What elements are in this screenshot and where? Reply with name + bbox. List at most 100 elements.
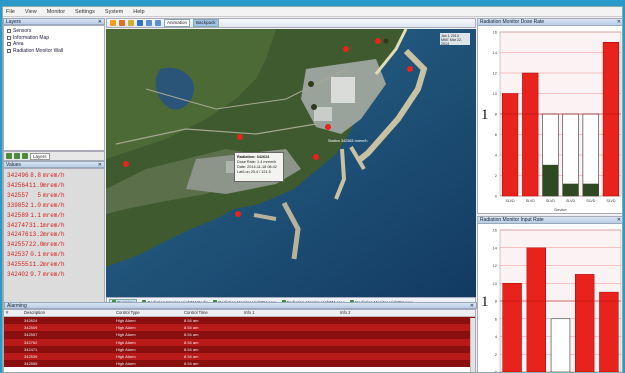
map-imagery xyxy=(106,29,476,297)
add-layer-icon[interactable] xyxy=(6,153,12,159)
value-row[interactable]: 342496 8.8 mrem/h xyxy=(7,171,101,181)
left-sidebar: Layers ✕ Sensors Information Map Area Rad… xyxy=(3,18,105,315)
table-row[interactable]: 342471 High Alarm 8.54 am xyxy=(4,345,475,353)
alarm-panel-header: Alarming ✕ xyxy=(4,302,477,309)
back-icon[interactable] xyxy=(146,20,152,26)
value-id: 342557 xyxy=(7,191,29,199)
menu-system[interactable]: System xyxy=(105,9,123,15)
checkbox[interactable] xyxy=(7,29,11,34)
sensor-marker[interactable] xyxy=(237,134,243,140)
remove-layer-icon[interactable] xyxy=(14,153,20,159)
table-row[interactable]: 342539 High Alarm 8.54 am xyxy=(4,352,475,361)
table-cell xyxy=(340,360,475,367)
sensor-marker[interactable] xyxy=(383,38,389,44)
x-tick-label: SLVD xyxy=(606,199,616,203)
value-row[interactable]: 339852 1.0 mrem/h xyxy=(7,201,101,211)
y-tick-label: 14 xyxy=(493,50,498,55)
menu-settings[interactable]: Settings xyxy=(75,9,95,15)
animation-button[interactable]: Animation xyxy=(164,19,191,27)
bar xyxy=(501,93,519,197)
zoom-out-icon[interactable] xyxy=(119,20,125,26)
menu-bar: File View Monitor Settings System Help xyxy=(3,7,622,17)
table-cell: High Alarm xyxy=(116,339,136,345)
scrollbar[interactable] xyxy=(470,318,475,372)
satellite-map[interactable]: Jan 1 2014 MKE Mar 22, 2014 Station 3425… xyxy=(106,29,476,297)
x-tick-label: SLVD xyxy=(506,199,516,203)
close-icon[interactable]: ✕ xyxy=(470,303,476,309)
value-id: 342402 xyxy=(7,271,29,279)
value-value: 0.1 xyxy=(30,251,41,259)
table-row[interactable]: 342624 High Alarm 8.54 am xyxy=(4,317,475,325)
value-row[interactable]: 342564 11.9 mrem/h xyxy=(7,181,101,191)
tab-layers[interactable]: Layers xyxy=(30,152,50,160)
close-icon[interactable]: ✕ xyxy=(617,19,622,25)
sensor-marker[interactable] xyxy=(308,81,314,87)
table-cell xyxy=(4,346,24,353)
value-value: 8.8 xyxy=(30,172,41,179)
sensor-marker[interactable] xyxy=(375,38,381,44)
sensor-marker[interactable] xyxy=(235,211,241,217)
checkbox[interactable] xyxy=(7,48,11,53)
value-row[interactable]: 342402 9.7 mrem/h xyxy=(7,270,101,280)
table-row[interactable]: 342557 High Alarm 8.54 am xyxy=(4,331,475,339)
table-cell: 8.54 am xyxy=(184,346,199,352)
sensor-marker[interactable] xyxy=(313,154,319,160)
sensor-marker[interactable] xyxy=(343,46,349,52)
x-tick-label: SLVD xyxy=(586,199,596,203)
value-id: 342555 xyxy=(7,261,29,269)
table-cell xyxy=(4,331,24,338)
close-icon[interactable]: ✕ xyxy=(98,162,104,168)
app-window: File View Monitor Settings System Help L… xyxy=(2,6,623,373)
sensor-marker[interactable] xyxy=(325,124,331,130)
close-icon[interactable]: ✕ xyxy=(617,217,622,223)
checkbox[interactable] xyxy=(7,42,11,47)
refresh-icon[interactable] xyxy=(22,153,28,159)
bar-outline xyxy=(550,318,571,372)
checkbox[interactable] xyxy=(7,35,11,40)
x-tick-label: SLVD xyxy=(566,199,576,203)
sensor-marker[interactable] xyxy=(311,104,317,110)
table-cell xyxy=(4,339,24,346)
table-cell xyxy=(244,346,340,353)
pan-icon[interactable] xyxy=(128,20,134,26)
table-cell: 342471 xyxy=(24,346,38,352)
select-icon[interactable] xyxy=(137,20,143,26)
y-tick-label: 4 xyxy=(495,334,498,339)
table-row[interactable]: 342762 High Alarm 8.54 am xyxy=(4,338,475,346)
values-panel: 342496 8.8 mrem/h 342564 11.9 mrem/h 342557 5 mr… xyxy=(3,168,105,314)
value-row[interactable]: 342557 5 mrem/h xyxy=(7,191,101,201)
backpack-button[interactable]: Backpack xyxy=(193,19,219,27)
value-value: 13.2 xyxy=(29,231,44,239)
forward-icon[interactable] xyxy=(155,20,161,26)
input-rate-chart: Radiation Monitor Input Rate ✕ 0 2 4 6 8 10 12 1… xyxy=(477,216,622,372)
menu-file[interactable]: File xyxy=(6,9,15,15)
table-cell xyxy=(340,353,475,360)
value-unit: mrem/h xyxy=(43,221,65,229)
y-tick-label: 16 xyxy=(493,228,498,233)
menu-monitor[interactable]: Monitor xyxy=(47,9,65,15)
value-id: 342747 xyxy=(7,221,29,229)
menu-help[interactable]: Help xyxy=(133,9,144,15)
value-row[interactable]: 342747 31.1 mrem/h xyxy=(7,221,101,231)
value-id: 342557 xyxy=(7,241,29,249)
table-cell: 342557 xyxy=(24,332,38,338)
value-row[interactable]: 342555 11.2 mrem/h xyxy=(7,260,101,270)
table-cell: 8.54 am xyxy=(184,318,199,323)
value-row[interactable]: 342537 0.1 mrem/h xyxy=(7,250,101,260)
table-cell xyxy=(244,324,340,331)
table-row[interactable]: 342509 High Alarm 8.54 am xyxy=(4,324,475,332)
charts-column: Radiation Monitor Dose Rate ✕ 0 2 4 6 8 10 12 14… xyxy=(477,18,622,372)
sensor-marker[interactable] xyxy=(407,66,413,72)
menu-view[interactable]: View xyxy=(25,9,37,15)
value-row[interactable]: 342589 1.1 mrem/h xyxy=(7,211,101,221)
value-row[interactable]: 342557 22.0 mrem/h xyxy=(7,240,101,250)
value-row[interactable]: 342476 13.2 mrem/h xyxy=(7,230,101,240)
table-row[interactable]: 342555 High Alarm 8.54 am xyxy=(4,360,475,368)
table-cell xyxy=(244,317,340,324)
layer-item[interactable]: Radiation Monitor Wall xyxy=(7,48,101,55)
value-value: 31.1 xyxy=(29,221,44,229)
close-icon[interactable]: ✕ xyxy=(98,19,104,25)
zoom-in-icon[interactable] xyxy=(110,20,116,26)
layers-panel-header: Layers ✕ xyxy=(3,18,105,25)
sensor-marker[interactable] xyxy=(123,161,129,167)
